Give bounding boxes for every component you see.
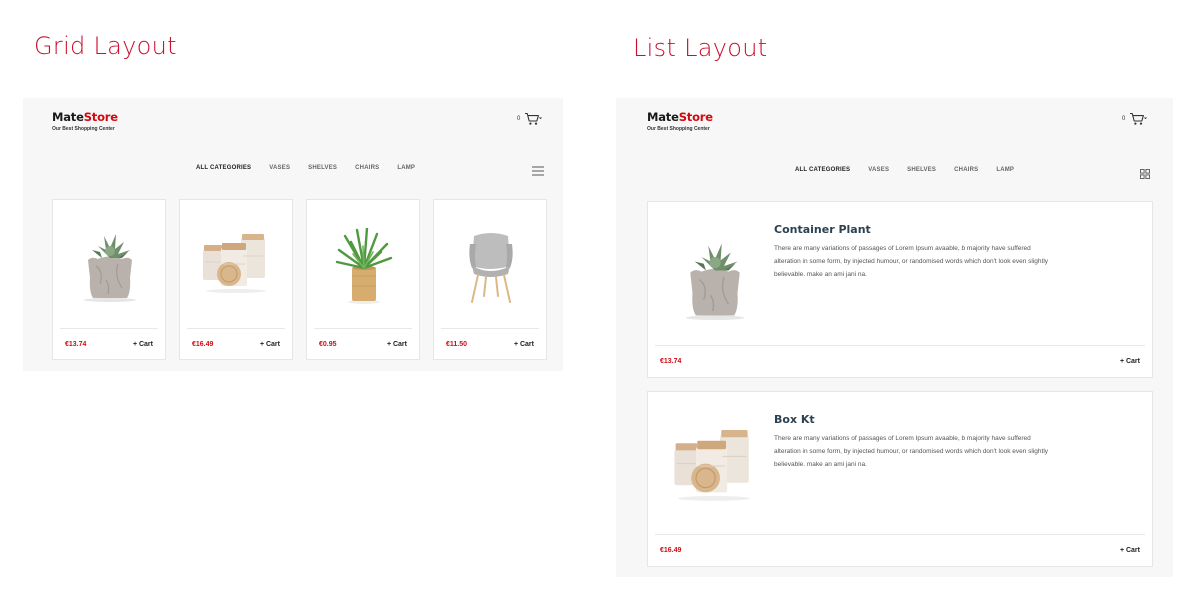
nav-chairs[interactable]: CHAIRS bbox=[954, 167, 978, 173]
description-line: There are many variations of passages of… bbox=[774, 435, 1031, 442]
add-to-cart-button[interactable]: + Cart bbox=[387, 341, 407, 348]
nav-vases[interactable]: VASES bbox=[269, 165, 290, 171]
add-to-cart-button[interactable]: + Cart bbox=[1120, 358, 1140, 365]
grey-chair-image[interactable] bbox=[466, 232, 516, 309]
list-product-card[interactable]: Container Plant There are many variation… bbox=[647, 201, 1153, 378]
nav-vases[interactable]: VASES bbox=[868, 167, 889, 173]
list-product-card[interactable]: Box Kt There are many variations of pass… bbox=[647, 391, 1153, 567]
brand-logo[interactable]: MateStore Our Best Shopping Center bbox=[52, 110, 118, 132]
description-line: alteration in some form, by injected hum… bbox=[774, 447, 1049, 455]
category-nav: ALL CATEGORIES VASES SHELVES CHAIRS LAMP bbox=[795, 167, 1014, 173]
list-layout-heading: List Layout bbox=[633, 34, 768, 62]
list-view-toggle[interactable] bbox=[532, 163, 544, 181]
product-description: There are many variations of passages of… bbox=[774, 433, 1048, 471]
brand-name-part2: Store bbox=[678, 110, 713, 124]
product-title[interactable]: Box Kt bbox=[774, 413, 815, 426]
description-line: believable. make an ami jani na. bbox=[774, 460, 867, 468]
grid-product-card[interactable]: €11.50 + Cart bbox=[433, 199, 547, 360]
add-to-cart-button[interactable]: + Cart bbox=[514, 341, 534, 348]
grid-layout-heading: Grid Layout bbox=[34, 32, 177, 60]
grid-product-card[interactable]: €16.49 + Cart bbox=[179, 199, 293, 360]
brand-tagline: Our Best Shopping Center bbox=[647, 126, 710, 132]
grid-layout-panel: MateStore Our Best Shopping Center 0 ALL… bbox=[23, 98, 563, 371]
nav-lamp[interactable]: LAMP bbox=[397, 165, 415, 171]
nav-all-categories[interactable]: ALL CATEGORIES bbox=[196, 165, 251, 171]
grid-product-card[interactable]: €0.95 + Cart bbox=[306, 199, 420, 360]
description-line: There are many variations of passages of… bbox=[774, 245, 1031, 252]
brand-name-part1: Mate bbox=[647, 110, 679, 124]
product-price: €13.74 bbox=[65, 340, 87, 348]
ceramic-jars-image[interactable] bbox=[672, 430, 756, 507]
add-to-cart-button[interactable]: + Cart bbox=[1120, 547, 1140, 554]
shopping-cart-icon[interactable] bbox=[524, 112, 543, 126]
add-to-cart-button[interactable]: + Cart bbox=[260, 341, 280, 348]
nav-chairs[interactable]: CHAIRS bbox=[355, 165, 379, 171]
grid-view-icon bbox=[1140, 166, 1150, 183]
cart-count: 0 bbox=[1122, 116, 1126, 122]
grid-card-footer: €0.95 + Cart bbox=[314, 328, 412, 359]
nav-shelves[interactable]: SHELVES bbox=[308, 165, 337, 171]
cart-count: 0 bbox=[517, 116, 521, 122]
ceramic-jars-image[interactable] bbox=[201, 234, 271, 299]
grid-product-card[interactable]: €13.74 + Cart bbox=[52, 199, 166, 360]
grid-card-footer: €16.49 + Cart bbox=[187, 328, 285, 359]
add-to-cart-button[interactable]: + Cart bbox=[133, 341, 153, 348]
grid-view-toggle[interactable] bbox=[1140, 166, 1150, 184]
nav-all-categories[interactable]: ALL CATEGORIES bbox=[795, 167, 850, 173]
product-price: €11.50 bbox=[446, 340, 468, 348]
product-price: €13.74 bbox=[660, 358, 682, 365]
brand-name-part1: Mate bbox=[52, 110, 84, 124]
product-price: €0.95 bbox=[319, 340, 337, 348]
air-plant-wood-image[interactable] bbox=[333, 226, 395, 309]
nav-lamp[interactable]: LAMP bbox=[996, 167, 1014, 173]
category-nav: ALL CATEGORIES VASES SHELVES CHAIRS LAMP bbox=[196, 165, 415, 171]
brand-name-part2: Store bbox=[83, 110, 118, 124]
succulent-bag-image[interactable] bbox=[675, 230, 755, 325]
description-line: believable. make an ami jani na. bbox=[774, 270, 867, 278]
grid-card-footer: €11.50 + Cart bbox=[441, 328, 539, 359]
succulent-bag-image[interactable] bbox=[78, 222, 142, 307]
list-card-footer: €16.49 + Cart bbox=[655, 534, 1145, 566]
list-card-footer: €13.74 + Cart bbox=[655, 345, 1145, 377]
cart-widget[interactable]: 0 bbox=[517, 112, 543, 126]
brand-logo[interactable]: MateStore Our Best Shopping Center bbox=[647, 110, 713, 132]
product-description: There are many variations of passages of… bbox=[774, 243, 1048, 281]
list-layout-panel: MateStore Our Best Shopping Center 0 ALL… bbox=[616, 98, 1173, 577]
product-price: €16.49 bbox=[660, 547, 682, 554]
product-price: €16.49 bbox=[192, 340, 214, 348]
list-view-icon bbox=[532, 163, 544, 180]
shopping-cart-icon[interactable] bbox=[1129, 112, 1148, 126]
product-title[interactable]: Container Plant bbox=[774, 223, 871, 236]
grid-card-footer: €13.74 + Cart bbox=[60, 328, 158, 359]
cart-widget[interactable]: 0 bbox=[1122, 112, 1148, 126]
brand-tagline: Our Best Shopping Center bbox=[52, 126, 115, 132]
nav-shelves[interactable]: SHELVES bbox=[907, 167, 936, 173]
description-line: alteration in some form, by injected hum… bbox=[774, 257, 1049, 265]
